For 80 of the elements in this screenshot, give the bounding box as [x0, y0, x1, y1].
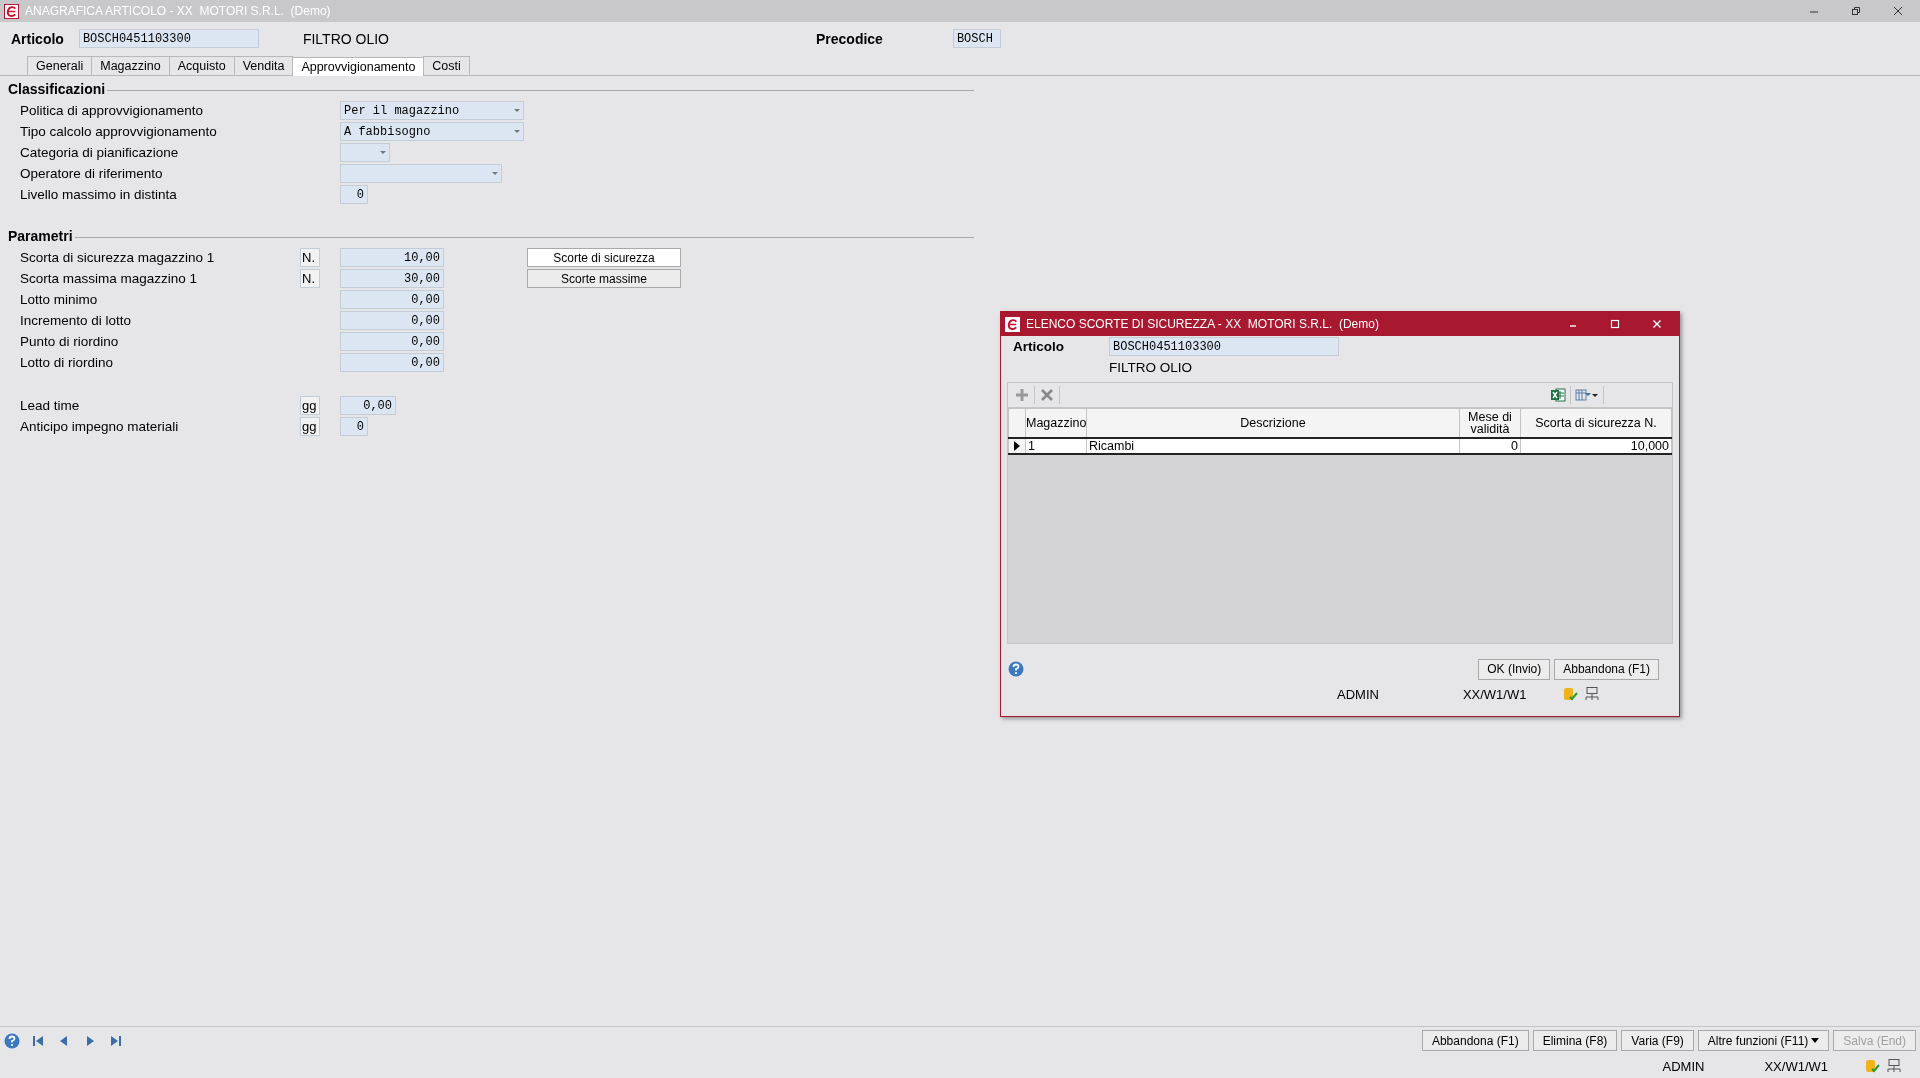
dropdown-field[interactable]	[340, 164, 502, 183]
field-label: Lotto di riordino	[20, 355, 115, 370]
caret-icon	[380, 150, 386, 155]
precodice-label: Precodice	[816, 30, 883, 47]
field-label: Scorta di sicurezza magazzino 1	[20, 250, 216, 265]
app-logo-icon	[1005, 316, 1020, 332]
unit-field: gg	[300, 396, 320, 415]
number-field[interactable]: 0,00	[340, 290, 444, 309]
path-status: XX/W1/W1	[1462, 686, 1527, 702]
field-label: Livello massimo in distinta	[20, 187, 178, 202]
dropdown-field[interactable]: A fabbisogno	[340, 122, 524, 141]
caret-icon	[1811, 1038, 1820, 1043]
tab[interactable]: Approvvigionamento	[292, 57, 425, 76]
user-status: ADMIN	[1337, 686, 1379, 702]
toolbar-button[interactable]: Abbandona (F1)	[1421, 1030, 1529, 1051]
restore-icon[interactable]	[1851, 6, 1861, 16]
network-icon	[1886, 1058, 1902, 1074]
number-field[interactable]: 0	[340, 417, 368, 436]
add-icon[interactable]	[1014, 387, 1030, 403]
database-check-icon	[1562, 686, 1579, 702]
precodice-field[interactable]: BOSCH	[952, 29, 1001, 48]
help-icon[interactable]	[1008, 661, 1024, 677]
section-title: Classificazioni	[8, 81, 106, 97]
path-status: XX/W1/W1	[1764, 1058, 1828, 1074]
tab[interactable]: Generali	[27, 56, 93, 75]
toolbar-button[interactable]: Altre funzioni (F11)	[1697, 1030, 1830, 1051]
tab[interactable]: Acquisto	[168, 56, 235, 75]
field-label: Punto di riordino	[20, 334, 120, 349]
field-label: Politica di approvvigionamento	[20, 103, 205, 118]
field-label: Scorta massima magazzino 1	[20, 271, 199, 286]
number-field[interactable]: 10,00	[340, 248, 444, 267]
unit-field: gg	[300, 417, 320, 436]
unit-field: N.	[300, 248, 320, 267]
unit-field: N.	[300, 269, 320, 288]
dropdown-field[interactable]	[340, 143, 390, 162]
network-icon	[1584, 686, 1601, 702]
dialog-button[interactable]: OK (Invio)	[1478, 658, 1551, 680]
database-check-icon	[1864, 1058, 1880, 1074]
article-description: FILTRO OLIO	[1109, 360, 1192, 375]
column-header[interactable]: Descrizione	[1240, 417, 1306, 429]
scorte-button[interactable]: Scorte di sicurezza	[527, 248, 681, 267]
spreadsheet-icon[interactable]	[1550, 387, 1566, 403]
field-label: Operatore di riferimento	[20, 166, 164, 181]
dropdown-field[interactable]: Per il magazzino	[340, 101, 524, 120]
number-field[interactable]: 0,00	[340, 311, 444, 330]
number-field[interactable]: 0	[340, 185, 368, 204]
field-label: Lead time	[20, 398, 81, 413]
tab[interactable]: Costi	[423, 56, 470, 75]
articolo-field[interactable]: BOSCH0451103300	[78, 29, 259, 48]
scorte-button[interactable]: Scorte massime	[527, 269, 681, 288]
delete-icon[interactable]	[1039, 387, 1055, 403]
toolbar-button[interactable]: Elimina (F8)	[1532, 1030, 1618, 1051]
tab[interactable]: Magazzino	[91, 56, 170, 75]
maximize-icon[interactable]	[1610, 319, 1620, 329]
dialog-title: ELENCO SCORTE DI SICUREZZA - XX MOTORI S.R.L. (Demo)	[1026, 317, 1379, 331]
caret-icon	[514, 108, 520, 113]
column-settings-icon[interactable]	[1575, 387, 1599, 403]
caret-icon	[492, 171, 498, 176]
dialog-button[interactable]: Abbandona (F1)	[1554, 658, 1659, 680]
user-status: ADMIN	[1662, 1058, 1705, 1074]
number-field[interactable]: 0,00	[340, 396, 396, 415]
number-field[interactable]: 0,00	[340, 353, 444, 372]
articolo-label: Articolo	[11, 30, 64, 47]
field-label: Anticipo impegno materiali	[20, 419, 180, 434]
app-logo-icon	[4, 3, 19, 19]
number-field[interactable]: 0,00	[340, 332, 444, 351]
field-label: Lotto minimo	[20, 292, 99, 307]
current-row-icon	[1014, 441, 1020, 451]
field-label: Categoria di pianificazione	[20, 145, 180, 160]
number-field[interactable]: 30,00	[340, 269, 444, 288]
articolo-field[interactable]: BOSCH0451103300	[1109, 337, 1339, 356]
article-description: FILTRO OLIO	[302, 30, 389, 47]
close-icon[interactable]	[1893, 6, 1903, 16]
section-title: Parametri	[8, 228, 73, 244]
caret-icon	[514, 129, 520, 134]
toolbar-button[interactable]: Varia (F9)	[1621, 1030, 1694, 1051]
articolo-label: Articolo	[1013, 339, 1065, 354]
field-label: Incremento di lotto	[20, 313, 133, 328]
help-icon[interactable]	[4, 1032, 20, 1049]
field-label: Tipo calcolo approvvigionamento	[20, 124, 218, 139]
